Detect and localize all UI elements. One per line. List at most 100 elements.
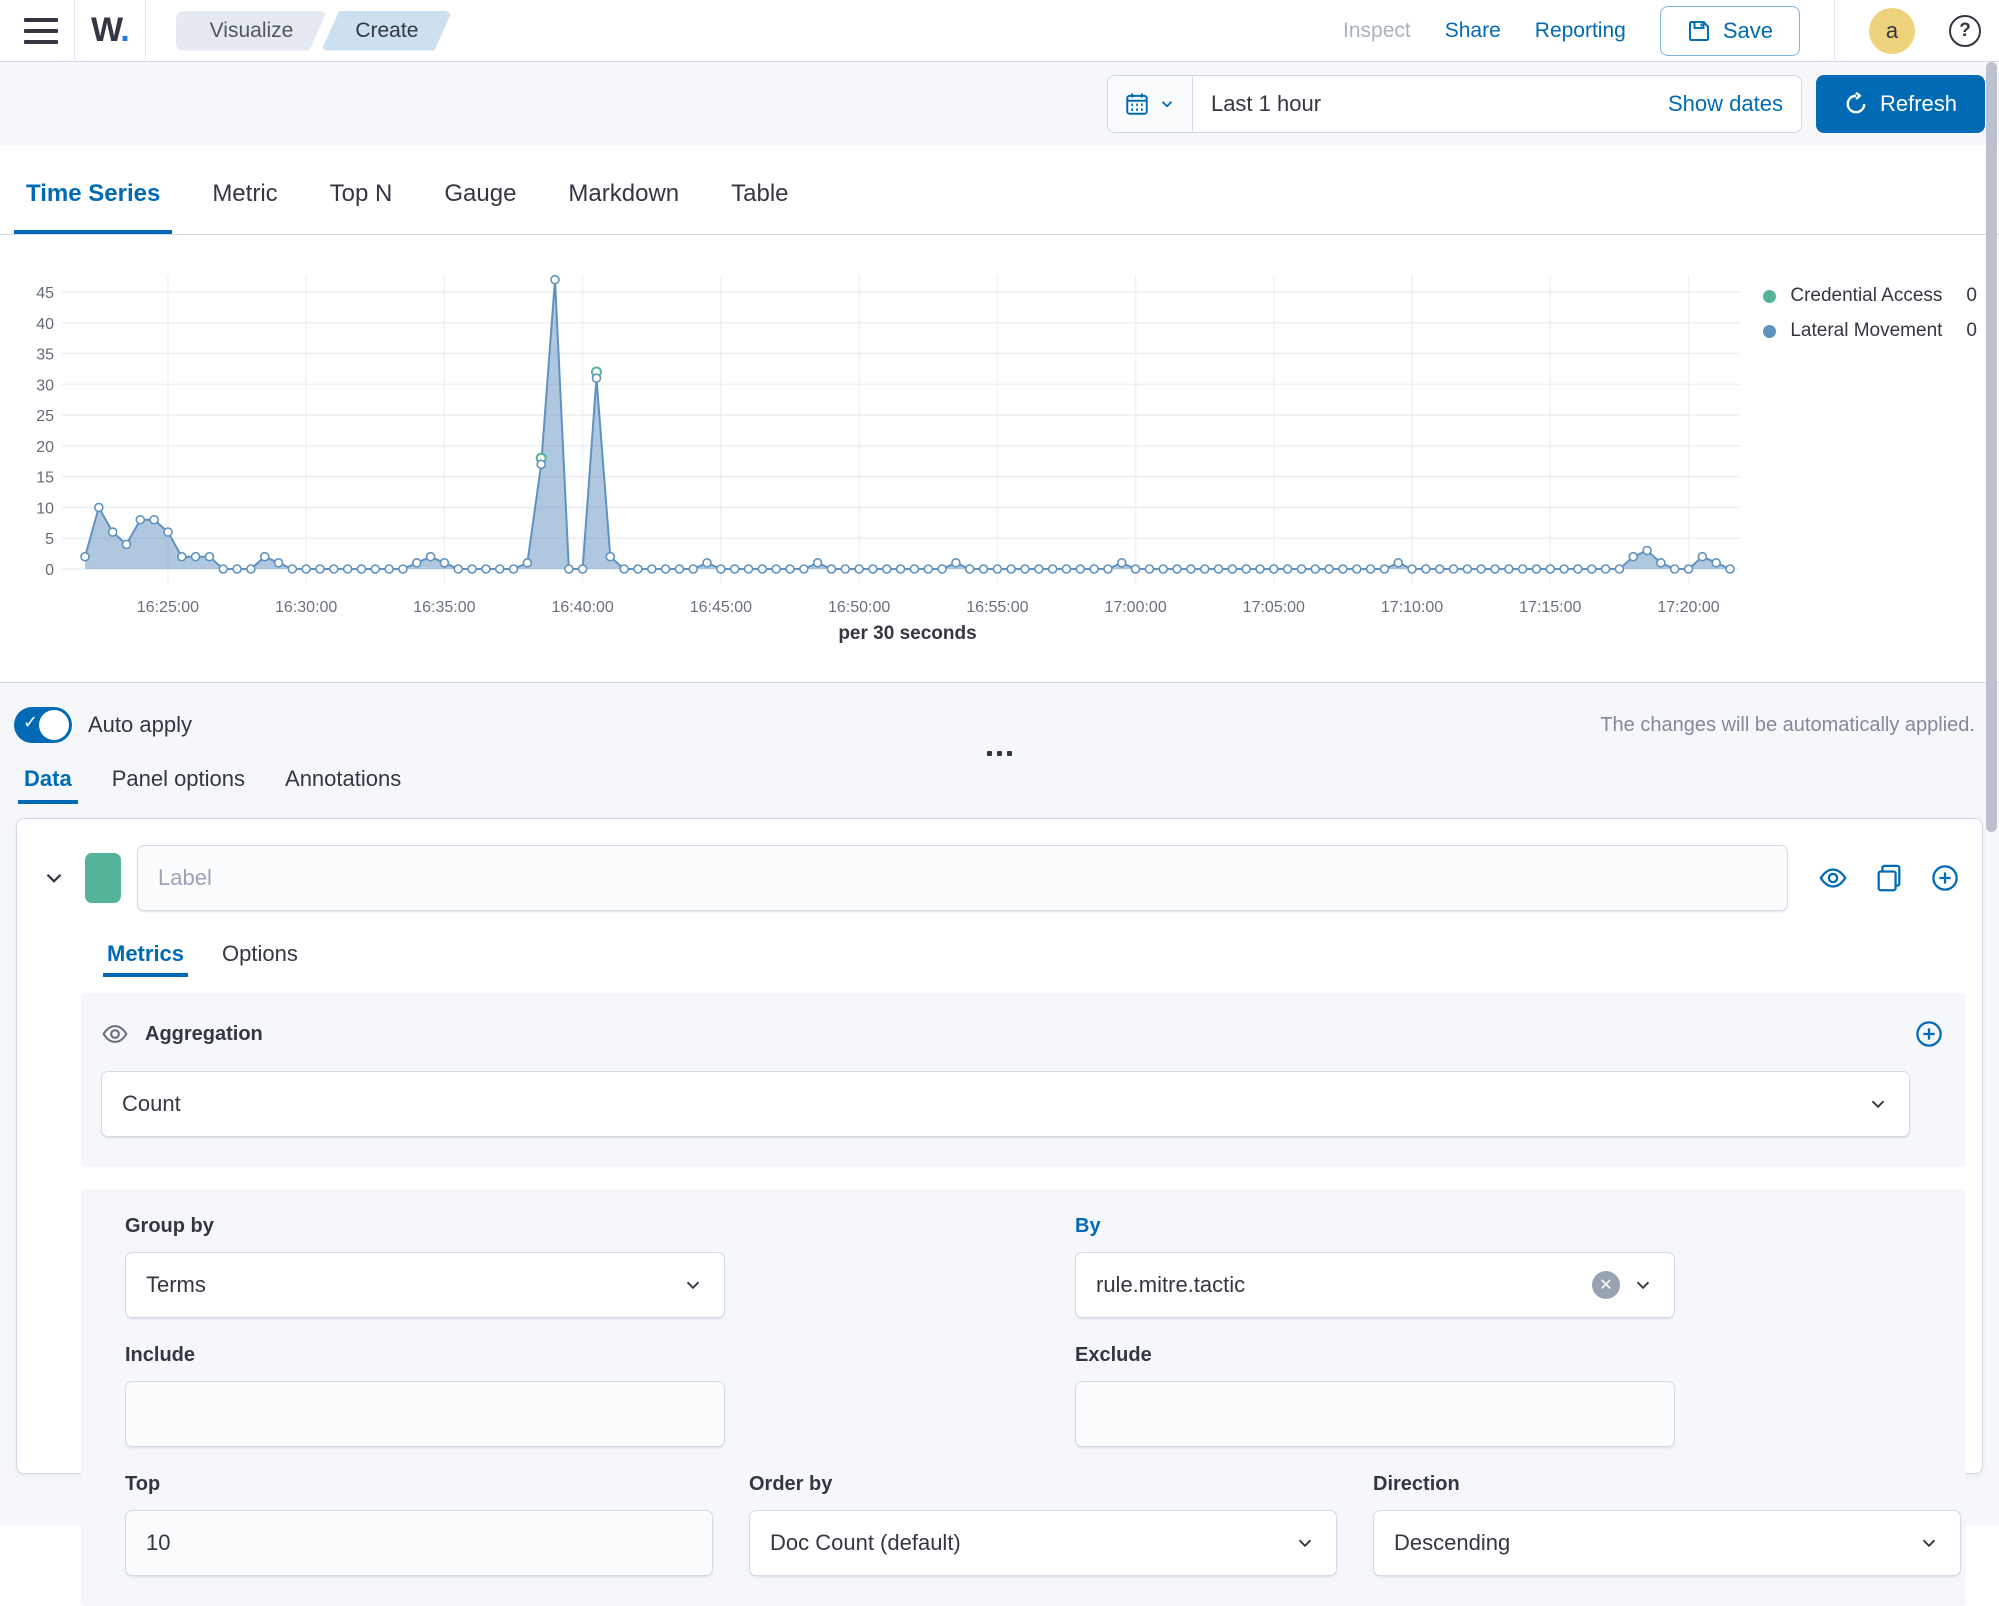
by-field: By rule.mitre.tactic ✕: [1075, 1215, 1675, 1318]
series-header-row: [17, 845, 1982, 911]
area-chart-canvas[interactable]: 16:25:0016:30:0016:35:0016:40:0016:45:00…: [0, 235, 1999, 683]
date-picker-quick-menu-button[interactable]: [1108, 76, 1193, 132]
svg-text:16:45:00: 16:45:00: [690, 599, 752, 616]
visualization-type-tabs: Time Series Metric Top N Gauge Markdown …: [0, 145, 1999, 235]
divider: [74, 0, 75, 62]
check-icon: ✓: [23, 712, 38, 733]
calendar-icon: [1124, 91, 1150, 117]
tab-table[interactable]: Table: [731, 180, 788, 234]
direction-label: Direction: [1373, 1473, 1961, 1496]
svg-text:17:20:00: 17:20:00: [1657, 599, 1719, 616]
eye-icon[interactable]: [101, 1020, 129, 1048]
add-metric-icon[interactable]: [1914, 1019, 1944, 1049]
series-card: Metrics Options Aggregation Count: [16, 818, 1983, 1474]
svg-text:15: 15: [36, 470, 54, 487]
svg-text:10: 10: [36, 500, 54, 517]
svg-text:17:10:00: 17:10:00: [1381, 599, 1443, 616]
by-field-combo[interactable]: rule.mitre.tactic ✕: [1075, 1252, 1675, 1318]
breadcrumb-create[interactable]: Create: [321, 11, 452, 51]
top-navigation-bar: W. Visualize Create Inspect Share Report…: [0, 0, 1999, 62]
legend-item-lateral-movement[interactable]: Lateral Movement 0: [1763, 320, 1977, 342]
tab-panel-options[interactable]: Panel options: [112, 766, 245, 804]
legend-item-credential-access[interactable]: Credential Access 0: [1763, 285, 1977, 307]
include-label: Include: [125, 1344, 725, 1367]
chevron-down-icon: [1158, 95, 1176, 113]
tab-top-n[interactable]: Top N: [330, 180, 393, 234]
share-link[interactable]: Share: [1445, 19, 1501, 43]
breadcrumb: Visualize Create: [176, 11, 453, 51]
app-logo[interactable]: W.: [91, 11, 129, 50]
include-input[interactable]: [125, 1381, 725, 1447]
tab-markdown[interactable]: Markdown: [568, 180, 679, 234]
order-by-label: Order by: [749, 1473, 1337, 1496]
chevron-down-icon: [1632, 1274, 1654, 1296]
clear-field-icon[interactable]: ✕: [1592, 1271, 1620, 1299]
svg-text:20: 20: [36, 439, 54, 456]
direction-select[interactable]: Descending: [1373, 1510, 1961, 1576]
save-icon: [1687, 19, 1711, 43]
series-actions: [1818, 863, 1960, 893]
editor-tabs: Data Panel options Annotations: [0, 762, 1999, 804]
tab-data[interactable]: Data: [24, 766, 72, 804]
svg-text:17:05:00: 17:05:00: [1243, 599, 1305, 616]
order-by-select[interactable]: Doc Count (default): [749, 1510, 1337, 1576]
svg-text:30: 30: [36, 377, 54, 394]
collapse-chevron-icon[interactable]: [41, 865, 67, 891]
top-label: Top: [125, 1473, 713, 1496]
include-field: Include: [125, 1344, 725, 1447]
inspect-link: Inspect: [1343, 19, 1411, 43]
svg-text:40: 40: [36, 316, 54, 333]
svg-text:17:00:00: 17:00:00: [1104, 599, 1166, 616]
aggregation-section: Aggregation Count: [81, 993, 1966, 1167]
svg-text:16:30:00: 16:30:00: [275, 599, 337, 616]
chevron-down-icon: [682, 1274, 704, 1296]
eye-icon[interactable]: [1818, 863, 1848, 893]
tab-gauge[interactable]: Gauge: [444, 180, 516, 234]
add-series-icon[interactable]: [1930, 863, 1960, 893]
aggregation-select[interactable]: Count: [101, 1071, 1910, 1137]
legend-dot-green: [1763, 290, 1776, 303]
breadcrumb-visualize[interactable]: Visualize: [176, 11, 328, 51]
date-picker: Last 1 hour Show dates: [1107, 75, 1802, 133]
divider: [1834, 0, 1835, 62]
svg-text:16:55:00: 16:55:00: [966, 599, 1028, 616]
group-by-field: Group by Terms: [125, 1215, 725, 1318]
series-label-input[interactable]: [137, 845, 1788, 911]
svg-text:16:50:00: 16:50:00: [828, 599, 890, 616]
group-by-label: Group by: [125, 1215, 725, 1238]
tab-annotations[interactable]: Annotations: [285, 766, 401, 804]
reporting-link[interactable]: Reporting: [1535, 19, 1626, 43]
auto-apply-toggle[interactable]: ✓: [14, 707, 72, 743]
exclude-field: Exclude: [1075, 1344, 1675, 1447]
tab-options[interactable]: Options: [222, 941, 298, 977]
divider: [145, 0, 146, 62]
svg-text:17:15:00: 17:15:00: [1519, 599, 1581, 616]
show-dates-button[interactable]: Show dates: [1668, 91, 1783, 117]
tab-metric[interactable]: Metric: [212, 180, 277, 234]
tab-time-series[interactable]: Time Series: [26, 180, 160, 234]
refresh-button[interactable]: Refresh: [1816, 75, 1985, 133]
scrollbar[interactable]: [1986, 62, 1997, 832]
series-color-swatch[interactable]: [85, 853, 121, 903]
auto-apply-note: The changes will be automatically applie…: [1600, 714, 1975, 737]
svg-text:35: 35: [36, 347, 54, 364]
exclude-input[interactable]: [1075, 1381, 1675, 1447]
group-by-select[interactable]: Terms: [125, 1252, 725, 1318]
tab-metrics[interactable]: Metrics: [107, 941, 184, 977]
avatar[interactable]: a: [1869, 8, 1915, 54]
chevron-down-icon: [1918, 1532, 1940, 1554]
clone-series-icon[interactable]: [1874, 863, 1904, 893]
svg-text:25: 25: [36, 408, 54, 425]
resize-handle-dots-icon[interactable]: [970, 745, 1030, 762]
auto-apply-row: ✓ Auto apply The changes will be automat…: [0, 683, 1999, 743]
time-range-display[interactable]: Last 1 hour Show dates: [1193, 76, 1801, 132]
svg-text:per 30 seconds: per 30 seconds: [838, 623, 976, 644]
menu-icon[interactable]: [24, 18, 58, 44]
chevron-down-icon: [1867, 1093, 1889, 1115]
save-button[interactable]: Save: [1660, 6, 1800, 56]
top-input[interactable]: [125, 1510, 713, 1576]
time-filter-bar: Last 1 hour Show dates Refresh: [0, 62, 1999, 145]
svg-text:16:25:00: 16:25:00: [137, 599, 199, 616]
help-icon[interactable]: ?: [1949, 15, 1981, 47]
svg-text:16:40:00: 16:40:00: [552, 599, 614, 616]
